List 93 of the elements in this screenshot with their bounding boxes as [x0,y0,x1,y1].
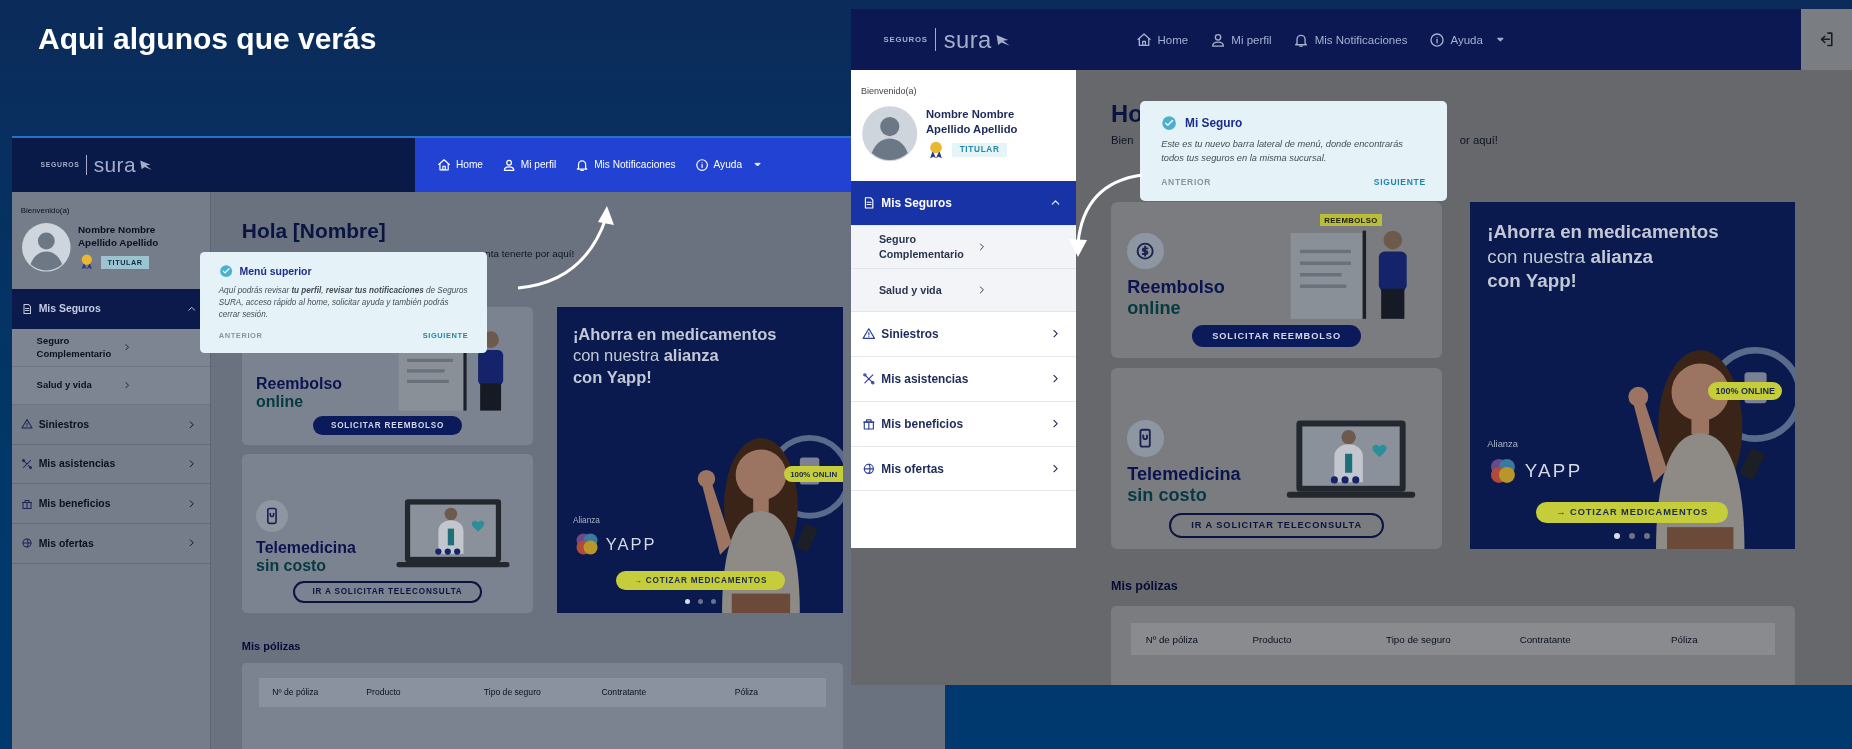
section-heading: Mis pólizas [1111,579,1179,593]
online-badge: 100% ONLINE [1708,382,1783,401]
warning-icon [861,326,876,341]
nav-link[interactable]: Ayuda [1429,31,1507,48]
globe-icon [21,537,34,550]
gift-icon [21,497,34,510]
user-name: Nombre Nombre Apellido Apellido [926,106,1019,137]
home-icon [1136,31,1153,48]
column-header: Póliza [1671,633,1699,645]
gift-icon [861,416,876,431]
tooltip-text: Este es tu nuevo barra lateral de menú, donde encontrarás todos tus seguros en la misma sucursal. [1161,138,1404,166]
banner-headline: ¡Ahorra en medicamentos con nuestra alianza con Yapp! [572,323,778,388]
cta-button[interactable]: SOLICITAR REEMBOLSO [1191,325,1362,347]
menu-item[interactable]: Mis ofertas [12,523,210,564]
avatar-icon [20,222,72,273]
menu-item[interactable]: Siniestros [12,404,210,445]
nav-link[interactable]: Home [1136,31,1189,48]
section-heading: Mis pólizas [241,639,302,652]
card-title: Reembolso [256,374,342,393]
tooltip-title: Menú superior [239,265,312,277]
column-header: Tipo de seguro [1386,633,1452,645]
avatar-icon [861,104,919,163]
bell-icon [575,157,590,172]
nav-link[interactable]: Mi perfil [502,157,557,172]
submenu-item[interactable]: Salud y vida [12,367,210,405]
card-subtitle: sin costo [256,556,327,575]
menu-item[interactable]: Mis beneficios [851,401,1076,447]
menu-item[interactable]: Mis asistencias [12,444,210,485]
cta-button[interactable]: IR A SOLICITAR TELECONSULTA [292,580,483,604]
check-icon [218,264,233,279]
cta-button[interactable]: → COTIZAR MEDICAMENTOS [1536,501,1729,523]
user-icon [1210,31,1227,48]
globe-icon [861,461,876,476]
cta-button[interactable]: SOLICITAR REEMBOLSO [313,416,463,435]
nav-link[interactable]: Home [437,157,483,172]
info-icon [694,157,709,172]
user-name: Nombre Nombre Apellido Apellido [78,224,160,251]
welcome-text: Bienvenido(a) [859,85,918,99]
card-title: Reembolso [1127,276,1225,298]
nav-link[interactable]: Ayuda [694,157,763,172]
greeting-heading: Hola [Nombre] [241,218,386,244]
column-header: Contratante [1519,633,1572,645]
nav-link[interactable]: Mis Notificaciones [575,157,676,172]
carousel-dot[interactable] [710,598,717,605]
card-title: Telemedicina [256,538,356,557]
welcome-subtitle: nta tenerte por aquí! [485,248,575,262]
column-header: Tipo de seguro [483,687,542,698]
carousel-dot[interactable] [684,598,691,605]
info-icon [1429,31,1446,48]
tools-icon [21,457,34,470]
cta-button[interactable]: IR A SOLICITAR TELECONSULTA [1168,512,1385,538]
column-header: Póliza [734,687,760,698]
warning-icon [21,418,34,431]
menu-item[interactable]: Mis beneficios [12,484,210,524]
partner-logo: YAPP [572,530,657,559]
carousel-dot[interactable] [1614,532,1621,539]
partner-label: Alianza [572,516,600,526]
document-icon [21,302,34,315]
role-badge: TITULAR [952,142,1007,157]
card-subtitle: sin costo [1127,485,1207,507]
menu-item[interactable]: Mis Seguros [851,180,1076,226]
menu-item[interactable]: Siniestros [851,311,1076,357]
carousel-dot[interactable] [697,598,704,605]
check-icon [1161,114,1178,131]
tooltip-title: Mi Seguro [1185,115,1243,130]
carousel-dot[interactable] [1644,532,1651,539]
column-header: Contratante [601,687,648,698]
partner-label: Alianza [1487,439,1518,450]
banner-headline: ¡Ahorra en medicamentos con nuestra alianza con Yapp! [1487,220,1720,293]
cta-button[interactable]: → COTIZAR MEDICAMENTOS [615,571,786,591]
card-subtitle: online [256,392,304,411]
column-header: Nº de póliza [1145,633,1199,645]
nav-link[interactable]: Mi perfil [1210,31,1272,48]
column-header: Nº de póliza [272,687,320,698]
card-subtitle: online [1127,297,1181,319]
tools-icon [861,371,876,386]
welcome-subtitle: or aquí! [1459,134,1498,149]
menu-item[interactable]: Mis asistencias [851,356,1076,402]
home-icon [437,157,452,172]
menu-item[interactable]: Mis ofertas [851,446,1076,492]
welcome-subtitle: Bien [1111,134,1134,149]
logout-button[interactable] [1801,9,1852,71]
column-header: Producto [366,687,402,698]
carousel-dot[interactable] [1629,532,1636,539]
user-icon [502,157,517,172]
submenu-item[interactable]: Salud y vida [851,268,1076,312]
tooltip-text: Aquí podrás revisar tu perfil, revisar tus notificaciones de Seguros SURA, acceso rápido al home, solicitar ayuda y también podrás cerrar sesión. [218,284,469,322]
column-header: Producto [1252,633,1293,645]
nav-link[interactable]: Mis Notificaciones [1293,31,1408,48]
partner-logo: YAPP [1487,455,1583,487]
slide-title: Aqui algunos que verás [38,22,377,56]
tour-button[interactable]: SIGUIENTE [1373,175,1426,189]
card-title: Telemedicina [1127,464,1241,486]
